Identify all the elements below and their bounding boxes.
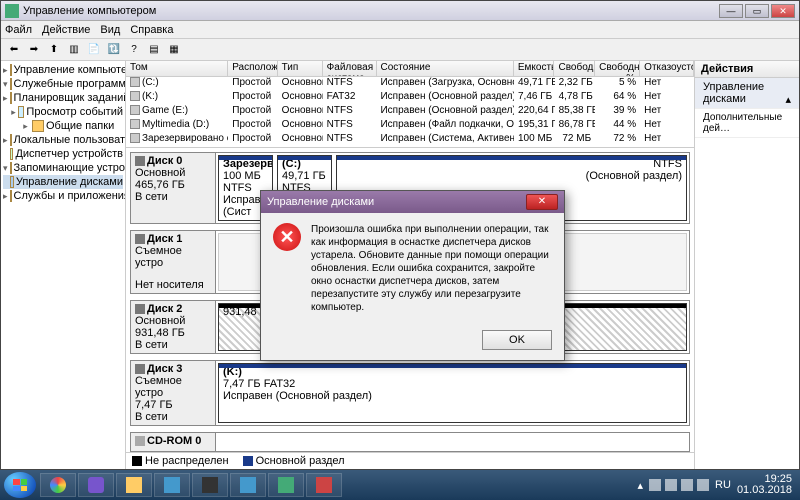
menu-view[interactable]: Вид	[100, 24, 120, 36]
error-dialog: Управление дисками ✕ ✕ Произошла ошибка …	[260, 190, 565, 361]
col-layout[interactable]: Расположение	[228, 61, 277, 76]
start-button[interactable]	[4, 472, 36, 498]
menu-help[interactable]: Справка	[130, 24, 173, 36]
actions-group[interactable]: Управление дисками ▴	[695, 78, 799, 109]
dialog-title: Управление дисками	[267, 196, 526, 208]
taskbar-app-explorer[interactable]	[116, 473, 152, 497]
partition[interactable]: (K:)7,47 ГБ FAT32Исправен (Основной разд…	[218, 363, 687, 423]
tree-local-users[interactable]: ▸Локальные пользоват	[3, 133, 123, 147]
col-pct[interactable]: Свободно %	[595, 61, 640, 76]
col-fs[interactable]: Файловая система	[323, 61, 377, 76]
volume-row[interactable]: Game (E:)ПростойОсновнойNTFSИсправен (Ос…	[126, 105, 694, 119]
error-icon: ✕	[273, 223, 301, 251]
show-hide-tree-button[interactable]: ▥	[65, 41, 83, 59]
menu-action[interactable]: Действие	[42, 24, 90, 36]
dialog-message: Произошла ошибка при выполнении операции…	[311, 223, 552, 314]
tree-event-viewer[interactable]: ▸Просмотр событий	[3, 105, 123, 119]
taskbar-app[interactable]	[268, 473, 304, 497]
clock[interactable]: 19:2501.03.2018	[737, 474, 792, 496]
help-button[interactable]: ?	[125, 41, 143, 59]
forward-button[interactable]: ➡	[25, 41, 43, 59]
taskbar-app-viber[interactable]	[78, 473, 114, 497]
tree-shared-folders[interactable]: ▸Общие папки	[3, 119, 123, 133]
system-tray[interactable]: ▴ RU 19:2501.03.2018	[638, 474, 796, 496]
actions-more[interactable]: Дополнительные дей…	[695, 109, 799, 138]
cdrom-0[interactable]: CD-ROM 0	[130, 432, 690, 452]
tree-system-tools[interactable]: ▾Служебные программы	[3, 77, 123, 91]
taskbar-app[interactable]	[192, 473, 228, 497]
minimize-button[interactable]: —	[719, 4, 743, 18]
actions-panel: Действия Управление дисками ▴ Дополнител…	[694, 61, 799, 469]
refresh-button[interactable]: 🔃	[105, 41, 123, 59]
tree-device-manager[interactable]: Диспетчер устройств	[3, 147, 123, 161]
actions-header: Действия	[695, 61, 799, 78]
col-status[interactable]: Состояние	[377, 61, 514, 76]
dialog-titlebar[interactable]: Управление дисками ✕	[261, 191, 564, 213]
tree-services[interactable]: ▸Службы и приложения	[3, 189, 123, 203]
properties-button[interactable]: 📄	[85, 41, 103, 59]
taskbar-app[interactable]	[306, 473, 342, 497]
tree-task-scheduler[interactable]: ▸Планировщик заданий	[3, 91, 123, 105]
list-view-button[interactable]: ▤	[145, 41, 163, 59]
col-free[interactable]: Свободно	[554, 61, 595, 76]
chevron-up-icon: ▴	[785, 93, 791, 106]
menubar: Файл Действие Вид Справка	[1, 21, 799, 39]
up-button[interactable]: ⬆	[45, 41, 63, 59]
tree-root[interactable]: ▸Управление компьютером (л	[3, 63, 123, 77]
detail-view-button[interactable]: ▦	[165, 41, 183, 59]
volume-list-header[interactable]: Том Расположение Тип Файловая система Со…	[126, 61, 694, 77]
col-fault[interactable]: Отказоустойчивос	[640, 61, 694, 76]
col-volume[interactable]: Том	[126, 61, 228, 76]
maximize-button[interactable]: ▭	[745, 4, 769, 18]
volume-row[interactable]: Myltimedia (D:)ПростойОсновнойNTFSИсправ…	[126, 119, 694, 133]
volume-row[interactable]: (C:)ПростойОсновнойNTFSИсправен (Загрузк…	[126, 77, 694, 91]
volume-list[interactable]: Том Расположение Тип Файловая система Со…	[126, 61, 694, 148]
titlebar[interactable]: Управление компьютером — ▭ ✕	[1, 1, 799, 21]
windows-icon	[13, 479, 27, 491]
dialog-close-button[interactable]: ✕	[526, 194, 558, 210]
col-type[interactable]: Тип	[278, 61, 323, 76]
taskbar-app[interactable]	[230, 473, 266, 497]
ok-button[interactable]: OK	[482, 330, 552, 350]
window-title: Управление компьютером	[23, 5, 719, 17]
close-button[interactable]: ✕	[771, 4, 795, 18]
app-icon	[5, 4, 19, 18]
tray-icons[interactable]	[649, 479, 709, 491]
volume-row[interactable]: Зарезервировано системойПростойОсновнойN…	[126, 133, 694, 147]
taskbar-app-chrome[interactable]	[40, 473, 76, 497]
nav-tree[interactable]: ▸Управление компьютером (л ▾Служебные пр…	[1, 61, 126, 469]
tray-expand-icon[interactable]: ▴	[638, 479, 644, 492]
taskbar-app[interactable]	[154, 473, 190, 497]
language-indicator[interactable]: RU	[715, 479, 731, 491]
taskbar[interactable]: ▴ RU 19:2501.03.2018	[0, 470, 800, 500]
legend: Не распределен Основной раздел	[126, 452, 694, 469]
disk-3[interactable]: Диск 3Съемное устро7,47 ГБВ сети (K:)7,4…	[130, 360, 690, 426]
toolbar: ⬅ ➡ ⬆ ▥ 📄 🔃 ? ▤ ▦	[1, 39, 799, 61]
tree-disk-management[interactable]: Управление дисками	[3, 175, 123, 189]
volume-row[interactable]: (K:)ПростойОсновнойFAT32Исправен (Основн…	[126, 91, 694, 105]
menu-file[interactable]: Файл	[5, 24, 32, 36]
tree-storage[interactable]: ▾Запоминающие устройст	[3, 161, 123, 175]
back-button[interactable]: ⬅	[5, 41, 23, 59]
col-capacity[interactable]: Емкость	[514, 61, 555, 76]
